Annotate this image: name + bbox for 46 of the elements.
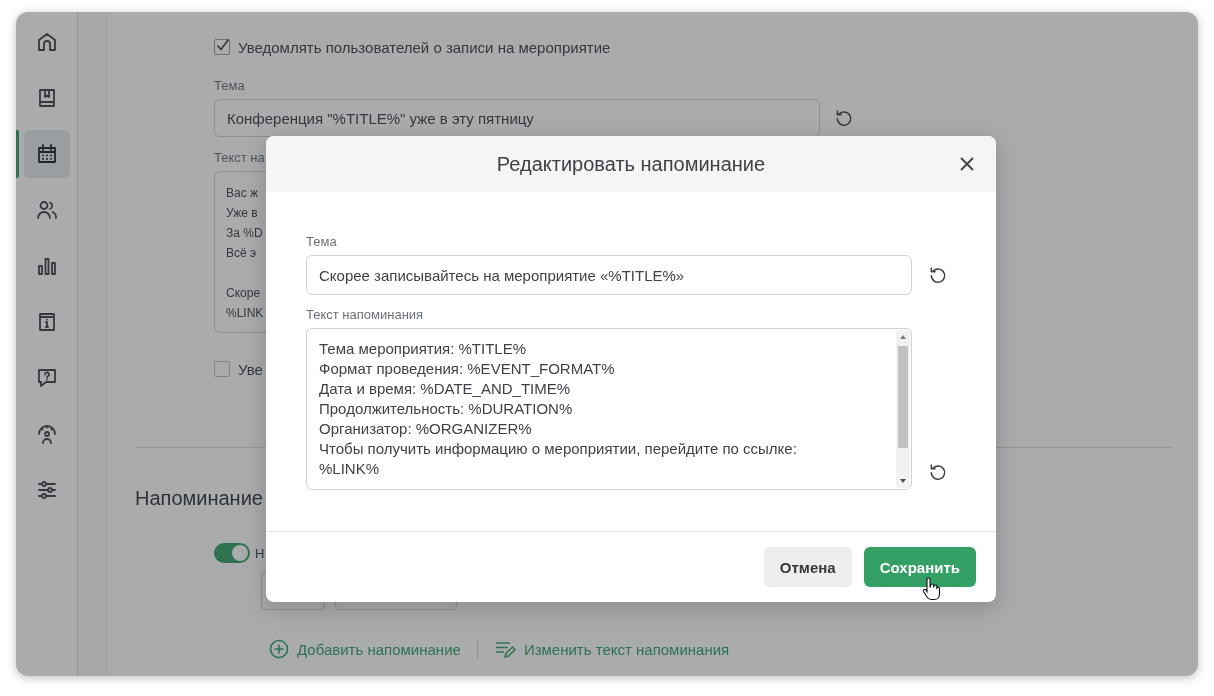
field-label: Тема [214, 78, 245, 93]
checkbox[interactable] [214, 39, 230, 55]
field-label: Тема [306, 234, 337, 249]
edit-list-icon [493, 639, 516, 659]
toggle-switch[interactable] [214, 543, 250, 563]
text-line: Дата и время: %DATE_AND_TIME% [319, 379, 572, 399]
scrollbar[interactable] [896, 330, 910, 488]
save-button[interactable]: Сохранить [863, 547, 976, 587]
text-line: %LINK% [319, 459, 381, 479]
reset-icon [928, 462, 948, 482]
text-line: Скоре [226, 285, 261, 302]
text-area[interactable] [306, 328, 912, 490]
calendar-icon [35, 142, 59, 166]
text-line: Продолжительность: %DURATION% [319, 399, 574, 419]
sidebar-item[interactable] [24, 130, 70, 178]
toggle-label: Н [255, 545, 265, 561]
reset-icon [834, 108, 854, 128]
home-icon [35, 30, 59, 54]
checkbox-label: Уве [238, 360, 263, 378]
field-label: Текст на [214, 150, 265, 165]
text-line: Всё э [226, 245, 257, 262]
reset-icon [928, 265, 948, 285]
text-line: Вас ж [226, 185, 259, 202]
sliders-icon [35, 478, 59, 502]
text-line: Чтобы получить информацию о мероприятии, перейдите по ссылке: [319, 439, 798, 459]
text-line: Формат проведения: %EVENT_FORMAT% [319, 359, 616, 379]
text-line: Организатор: %ORGANIZER% [319, 419, 533, 439]
person-gauge-icon [35, 422, 59, 446]
text-line: За %D [226, 225, 263, 242]
text-line: %LINK [226, 305, 264, 322]
close-icon [960, 157, 974, 171]
checkbox-label: Уведомлять пользователей о записи на мероприятие [238, 38, 611, 56]
check-icon [215, 37, 231, 53]
plus-circle-icon [269, 639, 289, 659]
input-field[interactable]: Скорее записывайтесь на мероприятие «%TITLE%» [306, 255, 912, 295]
text-line: Уже в [226, 205, 258, 222]
checkbox[interactable] [214, 361, 230, 377]
cancel-button[interactable]: Отмена [763, 547, 852, 587]
text-line: Тема мероприятия: %TITLE% [319, 339, 527, 359]
people-icon [35, 198, 59, 222]
active-indicator [16, 130, 19, 178]
section-heading: Напоминание [135, 486, 264, 510]
help-bubble-icon [35, 366, 59, 390]
dialog-title: Редактировать напоминание [496, 152, 766, 176]
input-field[interactable]: Конференция "%TITLE%" уже в эту пятницу [214, 99, 820, 137]
field-label: Текст напоминания [306, 307, 424, 322]
